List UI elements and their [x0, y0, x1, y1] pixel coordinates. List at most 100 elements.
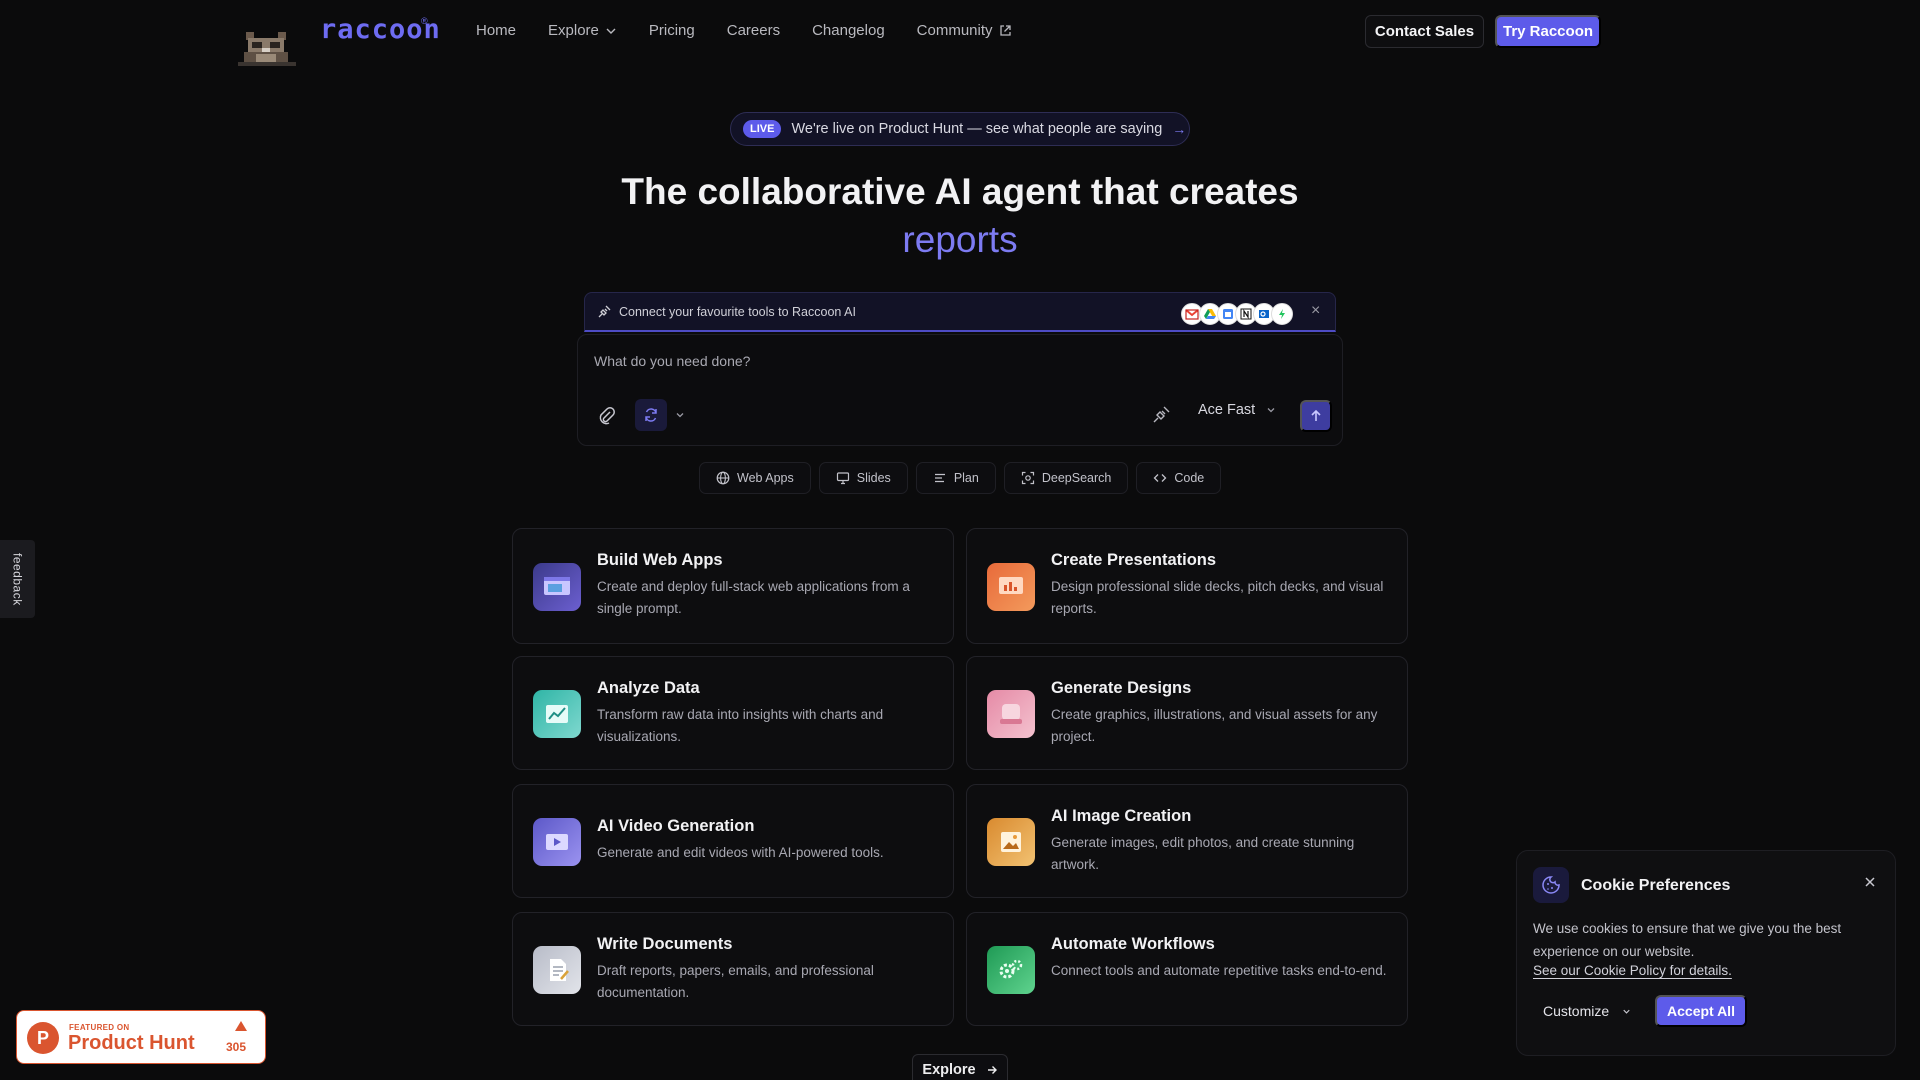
cookie-title: Cookie Preferences [1581, 877, 1731, 894]
card-title: Build Web Apps [597, 551, 723, 569]
card-automate-workflows[interactable]: Automate Workflows Connect tools and aut… [966, 912, 1408, 1026]
nav-community[interactable]: Community [917, 22, 1012, 39]
globe-icon [716, 471, 730, 485]
card-title: Generate Designs [1051, 679, 1192, 697]
product-hunt-logo-icon: P [27, 1022, 59, 1054]
paperclip-icon[interactable] [598, 407, 620, 429]
model-select-label: Ace Fast [1198, 402, 1256, 418]
data-chart-icon [533, 690, 581, 738]
prompt-input[interactable] [594, 353, 1194, 369]
card-write-documents[interactable]: Write Documents Draft reports, papers, e… [512, 912, 954, 1026]
connect-tools-bar[interactable]: Connect your favourite tools to Raccoon … [584, 292, 1336, 332]
extra-tool-icon [1271, 303, 1293, 325]
agent-mode-button[interactable] [635, 399, 667, 431]
list-icon [933, 471, 947, 485]
quick-action-label: Web Apps [737, 471, 794, 485]
presentation-icon [987, 563, 1035, 611]
nav-explore[interactable]: Explore [548, 22, 617, 39]
plug-icon [597, 305, 611, 319]
upvote-count: 305 [226, 1040, 247, 1054]
external-link-icon [999, 24, 1012, 37]
document-icon [533, 946, 581, 994]
card-description: Transform raw data into insights with ch… [597, 707, 884, 744]
monitor-icon [836, 471, 850, 485]
try-raccoon-button[interactable]: Try Raccoon [1495, 15, 1601, 48]
explore-button[interactable]: Explore [912, 1054, 1008, 1080]
product-hunt-announcement[interactable]: LIVE We're live on Product Hunt — see wh… [730, 112, 1190, 146]
chevron-down-icon [1265, 404, 1277, 416]
card-description: Generate and edit videos with AI-powered… [597, 845, 884, 860]
quick-action-slides[interactable]: Slides [818, 462, 908, 494]
chevron-down-icon [1621, 1006, 1632, 1017]
contact-sales-button[interactable]: Contact Sales [1365, 15, 1484, 48]
card-title: Analyze Data [597, 679, 700, 697]
quick-action-deepsearch[interactable]: DeepSearch [1003, 462, 1129, 494]
card-analyze-data[interactable]: Analyze Data Transform raw data into ins… [512, 656, 954, 770]
hero-rotating-word: reports [902, 219, 1018, 260]
close-icon[interactable]: × [1311, 302, 1320, 320]
nav-home-label: Home [476, 22, 517, 39]
card-ai-video-generation[interactable]: AI Video Generation Generate and edit vi… [512, 784, 954, 898]
arrow-right-icon: → [1172, 121, 1187, 137]
announcement-text: We're live on Product Hunt — see what pe… [791, 121, 1163, 137]
quick-action-web-apps[interactable]: Web Apps [699, 462, 811, 494]
quick-action-label: Code [1174, 471, 1205, 485]
accept-all-button[interactable]: Accept All [1655, 995, 1747, 1027]
chevron-down-icon[interactable] [674, 409, 686, 421]
quick-action-label: Slides [856, 471, 891, 485]
workflow-icon [987, 946, 1035, 994]
nav-community-label: Community [916, 22, 993, 39]
plug-icon[interactable] [1152, 406, 1170, 424]
code-icon [1153, 471, 1167, 485]
nav-explore-label: Explore [548, 22, 599, 39]
feedback-label: feedback [10, 552, 25, 606]
card-description: Design professional slide decks, pitch d… [1051, 579, 1384, 616]
card-title: AI Image Creation [1051, 807, 1192, 825]
product-hunt-featured-label: FEATURED ON [69, 1023, 130, 1032]
scan-icon [1021, 471, 1035, 485]
live-badge: LIVE [743, 120, 782, 138]
product-hunt-name: Product Hunt [68, 1032, 195, 1054]
card-description: Connect tools and automate repetitive ta… [1051, 963, 1387, 978]
explore-button-label: Explore [922, 1062, 976, 1078]
card-create-presentations[interactable]: Create Presentations Design professional… [966, 528, 1408, 644]
card-title: Automate Workflows [1051, 935, 1215, 953]
close-icon[interactable] [1863, 875, 1877, 889]
arrow-right-icon [986, 1064, 998, 1076]
cookie-customize-button[interactable]: Customize [1543, 1003, 1632, 1019]
nav-pricing-label: Pricing [648, 22, 695, 39]
card-title: AI Video Generation [597, 817, 755, 835]
feedback-tab[interactable]: feedback [0, 540, 35, 618]
send-button[interactable] [1300, 400, 1332, 432]
quick-action-label: DeepSearch [1041, 471, 1112, 485]
design-icon [987, 690, 1035, 738]
image-icon [987, 818, 1035, 866]
card-description: Generate images, edit photos, and create… [1051, 835, 1355, 872]
raccoon-mascot-icon[interactable] [238, 24, 296, 68]
nav-changelog[interactable]: Changelog [812, 22, 885, 39]
registered-mark: ® [421, 16, 428, 26]
video-icon [533, 818, 581, 866]
refresh-icon [645, 408, 657, 422]
nav-links: Home Explore Pricing Careers Changelog C… [476, 22, 1044, 39]
chevron-down-icon [605, 25, 617, 37]
product-hunt-badge[interactable]: P FEATURED ON Product Hunt 305 [16, 1010, 266, 1064]
nav-home[interactable]: Home [476, 22, 516, 39]
card-generate-designs[interactable]: Generate Designs Create graphics, illust… [966, 656, 1408, 770]
upvote-triangle-icon [235, 1021, 247, 1031]
card-description: Draft reports, papers, emails, and profe… [597, 963, 874, 1000]
card-title: Write Documents [597, 935, 733, 953]
hero-title: The collaborative AI agent that creates [621, 171, 1299, 212]
card-description: Create and deploy full-stack web applica… [597, 579, 910, 616]
cookie-icon [1533, 867, 1569, 903]
model-select[interactable]: Ace Fast [1198, 402, 1277, 418]
cookie-policy-link[interactable]: See our Cookie Policy for details. [1533, 963, 1732, 978]
nav-careers[interactable]: Careers [727, 22, 780, 39]
nav-pricing[interactable]: Pricing [649, 22, 695, 39]
quick-actions: Web Apps Slides Plan DeepSearch Code [699, 462, 1222, 494]
cookie-preferences-panel: Cookie Preferences We use cookies to ens… [1516, 850, 1896, 1056]
card-ai-image-creation[interactable]: AI Image Creation Generate images, edit … [966, 784, 1408, 898]
quick-action-code[interactable]: Code [1136, 462, 1222, 494]
card-build-web-apps[interactable]: Build Web Apps Create and deploy full-st… [512, 528, 954, 644]
quick-action-plan[interactable]: Plan [915, 462, 996, 494]
